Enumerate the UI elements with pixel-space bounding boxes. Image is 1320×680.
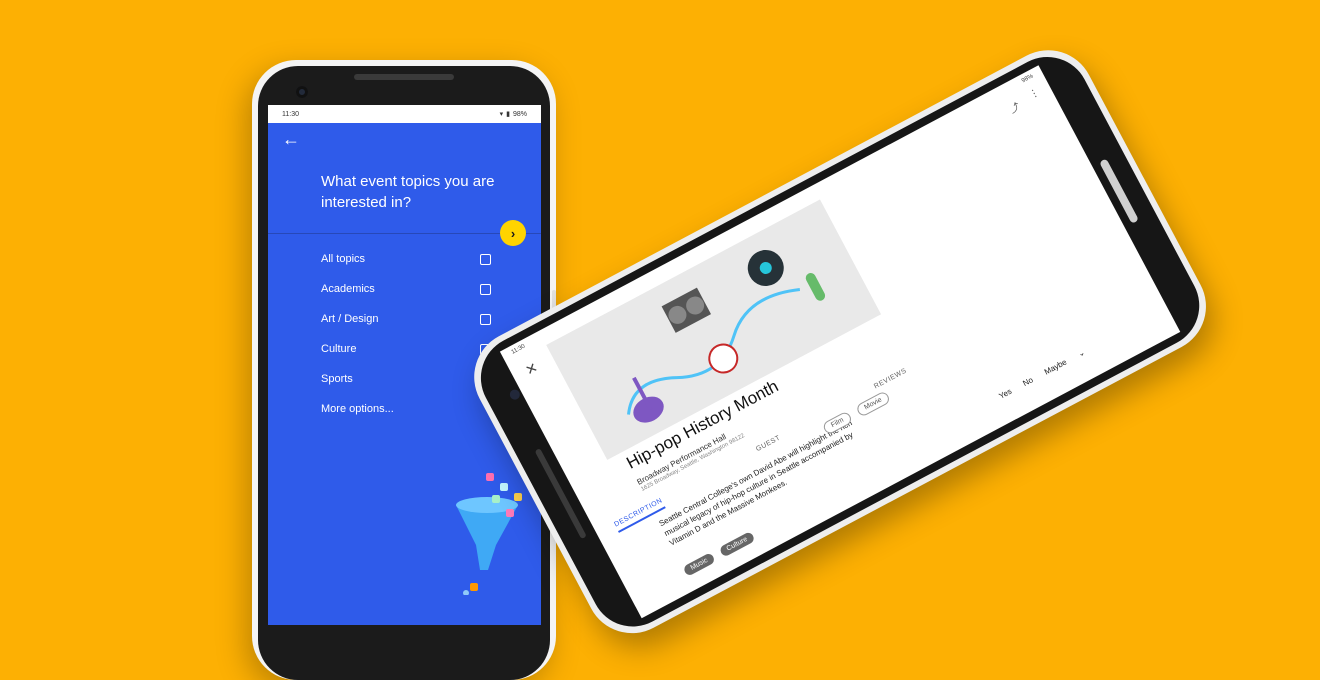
status-time: 11:30: [282, 110, 299, 118]
battery-icon: ▮: [506, 111, 510, 118]
confetti: [463, 590, 469, 595]
topic-label: Art / Design: [321, 313, 379, 325]
topic-label: All topics: [321, 253, 366, 265]
topic-all[interactable]: All topics: [321, 249, 491, 269]
topic-checkbox[interactable]: [480, 253, 491, 265]
topic-label: More options...: [321, 403, 394, 415]
question-title: What event topics you are interested in?: [321, 173, 495, 211]
next-button[interactable]: ›: [500, 220, 526, 246]
confetti: [514, 493, 522, 501]
topic-checkbox[interactable]: [480, 313, 491, 325]
funnel-illustration: [456, 473, 522, 595]
rsvp-maybe[interactable]: Maybe: [1043, 357, 1068, 376]
confetti: [500, 483, 508, 491]
tab-description[interactable]: DESCRIPTION: [613, 497, 667, 533]
earpiece: [354, 74, 454, 80]
chevron-down-icon[interactable]: ⌄: [1076, 348, 1086, 359]
confetti: [486, 473, 494, 481]
confetti: [506, 509, 514, 517]
topic-label: Academics: [321, 283, 375, 295]
topic-art-design[interactable]: Art / Design: [321, 309, 491, 329]
wifi-icon: ▾: [499, 111, 504, 118]
status-battery: 98%: [512, 110, 527, 118]
tag-chip[interactable]: Music: [682, 551, 717, 577]
more-vert-icon[interactable]: ⋮: [1028, 87, 1044, 105]
chevron-right-icon: ›: [510, 225, 516, 241]
topic-academics[interactable]: Academics: [321, 279, 491, 299]
front-camera: [296, 86, 308, 98]
rsvp-yes[interactable]: Yes: [997, 387, 1013, 401]
topic-label: Culture: [321, 343, 357, 355]
phone-event-detail: 11:30 98% ✕ ⤴ ⋮ Hip-pop History Month Br…: [458, 34, 1223, 650]
tag-chip[interactable]: Culture: [718, 530, 756, 558]
topic-checkbox[interactable]: [480, 283, 491, 295]
confetti: [470, 583, 478, 591]
rsvp-no[interactable]: No: [1021, 375, 1034, 388]
status-battery: 98%: [1020, 73, 1035, 85]
more-options-link[interactable]: More options...: [321, 399, 491, 419]
event-detail-screen: 11:30 98% ✕ ⤴ ⋮ Hip-pop History Month Br…: [499, 65, 1181, 619]
status-time: 11:30: [510, 343, 527, 356]
confetti: [492, 495, 500, 503]
close-icon[interactable]: ✕: [523, 359, 541, 380]
share-icon[interactable]: ⤴: [1006, 98, 1022, 116]
topic-label: Sports: [321, 373, 353, 385]
back-arrow-icon[interactable]: ←: [282, 130, 300, 148]
status-bar: 11:30 ▾ ▮ 98%: [268, 105, 541, 123]
